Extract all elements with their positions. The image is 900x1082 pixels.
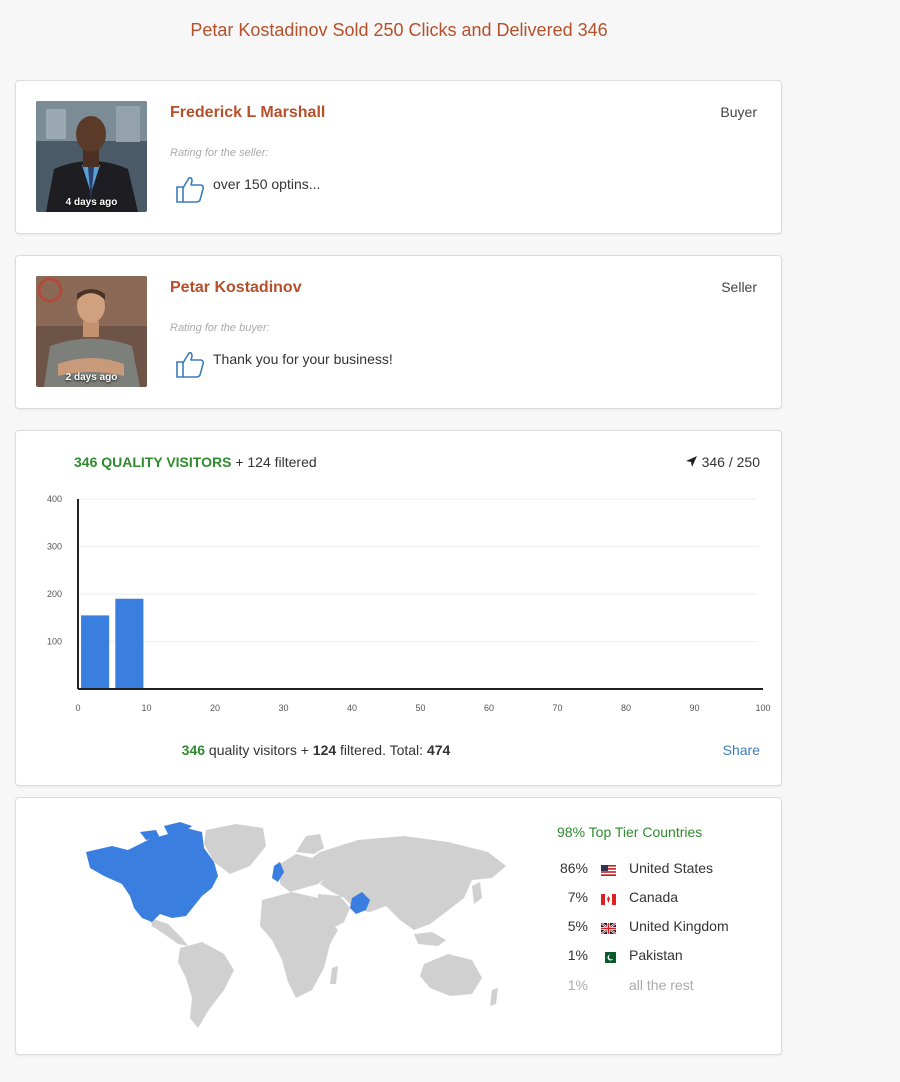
reviewer-role: Seller [721,279,757,295]
summary-quality-count: 346 [181,742,206,758]
summary-filtered-text: filtered. Total: [340,742,424,758]
x-tick-label: 60 [484,703,494,713]
x-tick-label: 80 [621,703,631,713]
uk-flag-icon [600,921,617,937]
reviewer-name[interactable]: Frederick L Marshall [170,104,325,122]
share-link[interactable]: Share [723,742,760,758]
page-title: Petar Kostadinov Sold 250 Clicks and Del… [190,20,608,40]
countries-card: 98% Top Tier Countries 86% United States… [15,797,782,1055]
summary-total: 474 [426,742,451,758]
x-tick-label: 30 [278,703,288,713]
visitors-chart-card: 100 200 300 400 0 10 20 30 40 50 60 70 80 90 100 346 Q… [15,430,782,786]
rating-label: Rating for the seller: [170,147,269,159]
thumbs-up-icon [174,173,206,210]
y-tick-label: 100 [47,637,62,647]
country-name: all the rest [629,977,694,993]
country-pct: 1% [567,947,588,963]
us-flag-icon [601,863,616,879]
y-tick-label: 400 [47,494,62,504]
review-time: 2 days ago [65,372,118,383]
review-text: over 150 optins... [213,176,321,192]
thumbs-up-icon [174,348,206,385]
x-tick-label: 40 [347,703,357,713]
x-tick-label: 50 [415,703,425,713]
visitors-summary: 346 quality visitors + 124 filtered. Tot… [16,742,616,758]
reviewer-name[interactable]: Petar Kostadinov [170,279,302,297]
filtered-label: + 124 filtered [235,454,317,470]
pakistan-flag-icon [601,950,616,966]
x-tick-label: 0 [75,703,80,713]
country-pct: 5% [567,918,588,934]
x-tick-label: 10 [141,703,151,713]
y-tick-label: 200 [47,589,62,599]
review-text: Thank you for your business! [213,351,393,367]
visitors-bar-chart: 100 200 300 400 0 10 20 30 40 50 60 70 80 90 100 [47,494,771,713]
buyer-review-card: 4 days ago Frederick L Marshall Buyer Ra… [15,80,782,234]
seller-review-card: 2 days ago Petar Kostadinov Seller Ratin… [15,255,782,409]
country-pct: 86% [559,860,588,876]
top-tier-title: 98% Top Tier Countries [557,824,703,840]
country-name: United Kingdom [629,918,729,934]
rating-label: Rating for the buyer: [170,322,270,334]
avatar[interactable]: 2 days ago [36,276,147,387]
x-tick-label: 90 [689,703,699,713]
summary-quality-text: quality visitors + [208,742,309,758]
country-name: Canada [629,889,679,905]
canada-flag-icon [601,892,616,908]
country-name: United States [629,860,714,876]
x-tick-label: 20 [210,703,220,713]
country-pct: 1% [567,977,588,993]
x-tick-label: 70 [552,703,562,713]
world-map [86,822,506,1028]
delivery-count: 346 / 250 [685,454,760,470]
quality-visitors-label: 346 QUALITY VISITORS [74,454,232,470]
country-pct: 7% [567,889,588,905]
review-time: 4 days ago [65,197,118,208]
country-name: Pakistan [629,947,683,963]
delivery-count-text: 346 / 250 [701,454,760,470]
visitors-header: 346 QUALITY VISITORS + 124 filtered [74,454,317,470]
navigation-arrow-icon [685,456,697,467]
y-tick-label: 300 [47,542,62,552]
x-tick-label: 100 [755,703,770,713]
bar [115,598,144,689]
avatar[interactable]: 4 days ago [36,101,147,212]
summary-filtered-count: 124 [312,742,337,758]
bar [81,615,110,689]
reviewer-role: Buyer [720,104,757,120]
